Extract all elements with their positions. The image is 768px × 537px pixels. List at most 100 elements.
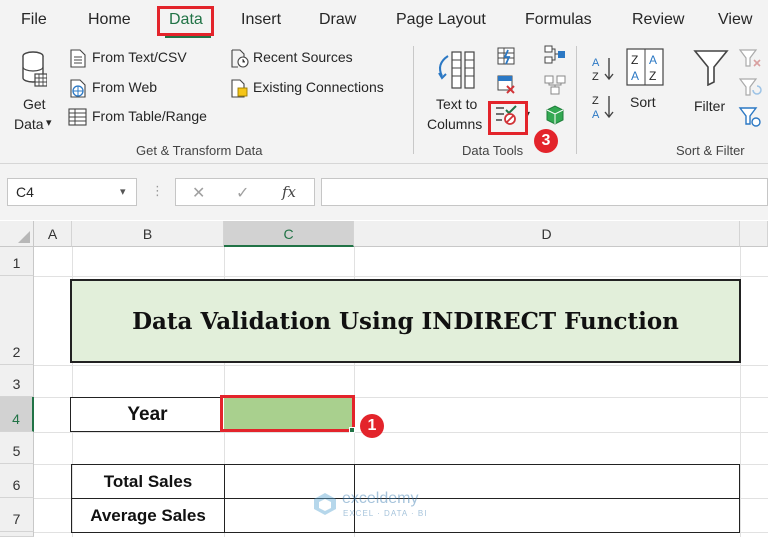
sort-a-to-z-icon[interactable]: A Z xyxy=(590,54,616,84)
title-cell[interactable]: Data Validation Using INDIRECT Function xyxy=(70,279,741,363)
formula-input[interactable] xyxy=(321,178,768,206)
watermark-tagline: EXCEL · DATA · BI xyxy=(343,509,428,518)
enter-icon[interactable]: ✓ xyxy=(236,183,249,203)
get-data-label-1: Get xyxy=(23,96,46,112)
text-to-columns-label-2: Columns xyxy=(427,116,483,132)
group-data-tools-label: Data Tools xyxy=(462,143,524,158)
existing-connections-label: Existing Connections xyxy=(253,79,384,95)
column-header-d[interactable]: D xyxy=(354,221,740,247)
svg-text:Z: Z xyxy=(631,53,638,67)
tab-home[interactable]: Home xyxy=(88,11,131,29)
tab-page-layout[interactable]: Page Layout xyxy=(396,11,486,29)
column-header-a[interactable]: A xyxy=(34,221,72,247)
row-header-2[interactable]: 2 xyxy=(0,276,34,365)
from-table-range-button[interactable]: From Table/Range xyxy=(66,107,226,127)
year-label: Year xyxy=(127,403,168,425)
clock-file-icon xyxy=(231,49,249,68)
group-sort-filter-label: Sort & Filter xyxy=(676,143,745,158)
exceldemy-watermark: exceldemy EXCEL · DATA · BI xyxy=(312,488,462,522)
more-dots-icon: ⋮ xyxy=(151,183,164,198)
sort-z-to-a-icon[interactable]: Z A xyxy=(590,92,616,122)
filter-button[interactable]: Filter xyxy=(690,46,734,118)
excel-window: File Home Data Insert Draw Page Layout F… xyxy=(0,0,768,537)
column-header-b[interactable]: B xyxy=(72,221,224,247)
flash-fill-icon[interactable] xyxy=(496,46,516,66)
sort-button[interactable]: Z A A Z Sort xyxy=(622,46,668,118)
funnel-icon xyxy=(693,50,729,86)
row-header-8[interactable] xyxy=(0,532,34,537)
clear-filter-icon[interactable] xyxy=(738,48,762,68)
c4-highlight xyxy=(220,395,355,432)
remove-duplicates-icon[interactable] xyxy=(496,74,516,94)
group-get-transform-label: Get & Transform Data xyxy=(136,143,263,158)
svg-text:A: A xyxy=(631,69,639,83)
tab-insert[interactable]: Insert xyxy=(241,11,281,29)
data-model-icon[interactable] xyxy=(543,104,567,126)
row-header-4[interactable]: 4 xyxy=(0,397,34,432)
from-table-range-label: From Table/Range xyxy=(92,108,207,124)
existing-connections-button[interactable]: Existing Connections xyxy=(229,78,404,98)
from-web-button[interactable]: From Web xyxy=(68,78,198,98)
advanced-filter-icon[interactable] xyxy=(738,106,762,128)
tab-file[interactable]: File xyxy=(21,11,47,29)
row-header-1[interactable]: 1 xyxy=(0,247,34,276)
select-all-corner[interactable] xyxy=(0,221,34,247)
total-sales-label: Total Sales xyxy=(103,471,193,491)
from-text-csv-label: From Text/CSV xyxy=(92,49,187,65)
svg-text:A: A xyxy=(649,53,657,67)
text-to-columns-label-1: Text to xyxy=(436,96,478,112)
data-tab-highlight xyxy=(157,6,214,36)
sheet-title: Data Validation Using INDIRECT Function xyxy=(132,307,679,335)
sort-label: Sort xyxy=(630,94,656,110)
group-separator xyxy=(413,46,414,154)
row-header-6[interactable]: 6 xyxy=(0,464,34,498)
average-sales-label: Average Sales xyxy=(90,505,206,525)
tab-formulas[interactable]: Formulas xyxy=(525,11,592,29)
tab-review[interactable]: Review xyxy=(632,11,684,29)
name-box-value: C4 xyxy=(16,184,34,200)
svg-text:Z: Z xyxy=(592,71,599,83)
callout-badge-1: 1 xyxy=(360,414,384,438)
insert-function-icon[interactable]: fx xyxy=(282,183,296,201)
row-header-7[interactable]: 7 xyxy=(0,498,34,532)
cancel-icon[interactable]: ✕ xyxy=(192,183,205,203)
connections-icon xyxy=(231,79,248,98)
tab-draw[interactable]: Draw xyxy=(319,11,356,29)
sort-dialog-icon: Z A A Z xyxy=(626,48,664,86)
year-label-cell[interactable]: Year xyxy=(70,397,225,432)
formula-bar: C4 ▾ ⋮ ✕ ✓ fx xyxy=(0,164,768,220)
reapply-icon[interactable] xyxy=(738,77,762,97)
svg-text:Z: Z xyxy=(649,69,656,83)
recent-sources-label: Recent Sources xyxy=(253,49,353,65)
svg-text:Z: Z xyxy=(592,95,599,107)
select-all-triangle-icon xyxy=(18,231,30,243)
table-icon xyxy=(68,108,87,126)
name-box[interactable]: C4 ▾ xyxy=(7,178,137,206)
filter-label: Filter xyxy=(694,98,726,114)
chevron-down-icon: ▾ xyxy=(46,117,52,129)
tab-view[interactable]: View xyxy=(718,11,752,29)
exceldemy-logo-icon xyxy=(314,493,336,515)
chevron-down-icon[interactable]: ▾ xyxy=(120,185,126,198)
database-icon xyxy=(22,51,47,87)
ribbon-tabs: File Home Data Insert Draw Page Layout F… xyxy=(0,0,768,40)
consolidate-icon[interactable] xyxy=(543,44,567,66)
relationships-icon[interactable] xyxy=(543,74,567,96)
from-text-csv-button[interactable]: From Text/CSV xyxy=(68,48,198,68)
get-data-button[interactable]: Get Data ▾ xyxy=(5,44,61,132)
recent-sources-button[interactable]: Recent Sources xyxy=(229,48,369,68)
svg-text:A: A xyxy=(592,57,600,69)
callout-badge-3: 3 xyxy=(534,129,558,153)
column-header-e[interactable] xyxy=(740,221,768,247)
row-header-3[interactable]: 3 xyxy=(0,365,34,397)
column-header-c[interactable]: C xyxy=(224,221,354,247)
text-to-columns-icon xyxy=(438,51,475,89)
svg-text:A: A xyxy=(592,109,600,121)
watermark-name: exceldemy xyxy=(342,490,419,507)
fill-handle[interactable] xyxy=(349,427,355,433)
formula-controls: ✕ ✓ fx xyxy=(175,178,315,206)
row-header-5[interactable]: 5 xyxy=(0,432,34,464)
web-globe-icon xyxy=(70,79,86,98)
data-validation-highlight xyxy=(488,101,528,135)
text-to-columns-button[interactable]: Text to Columns xyxy=(424,44,490,132)
